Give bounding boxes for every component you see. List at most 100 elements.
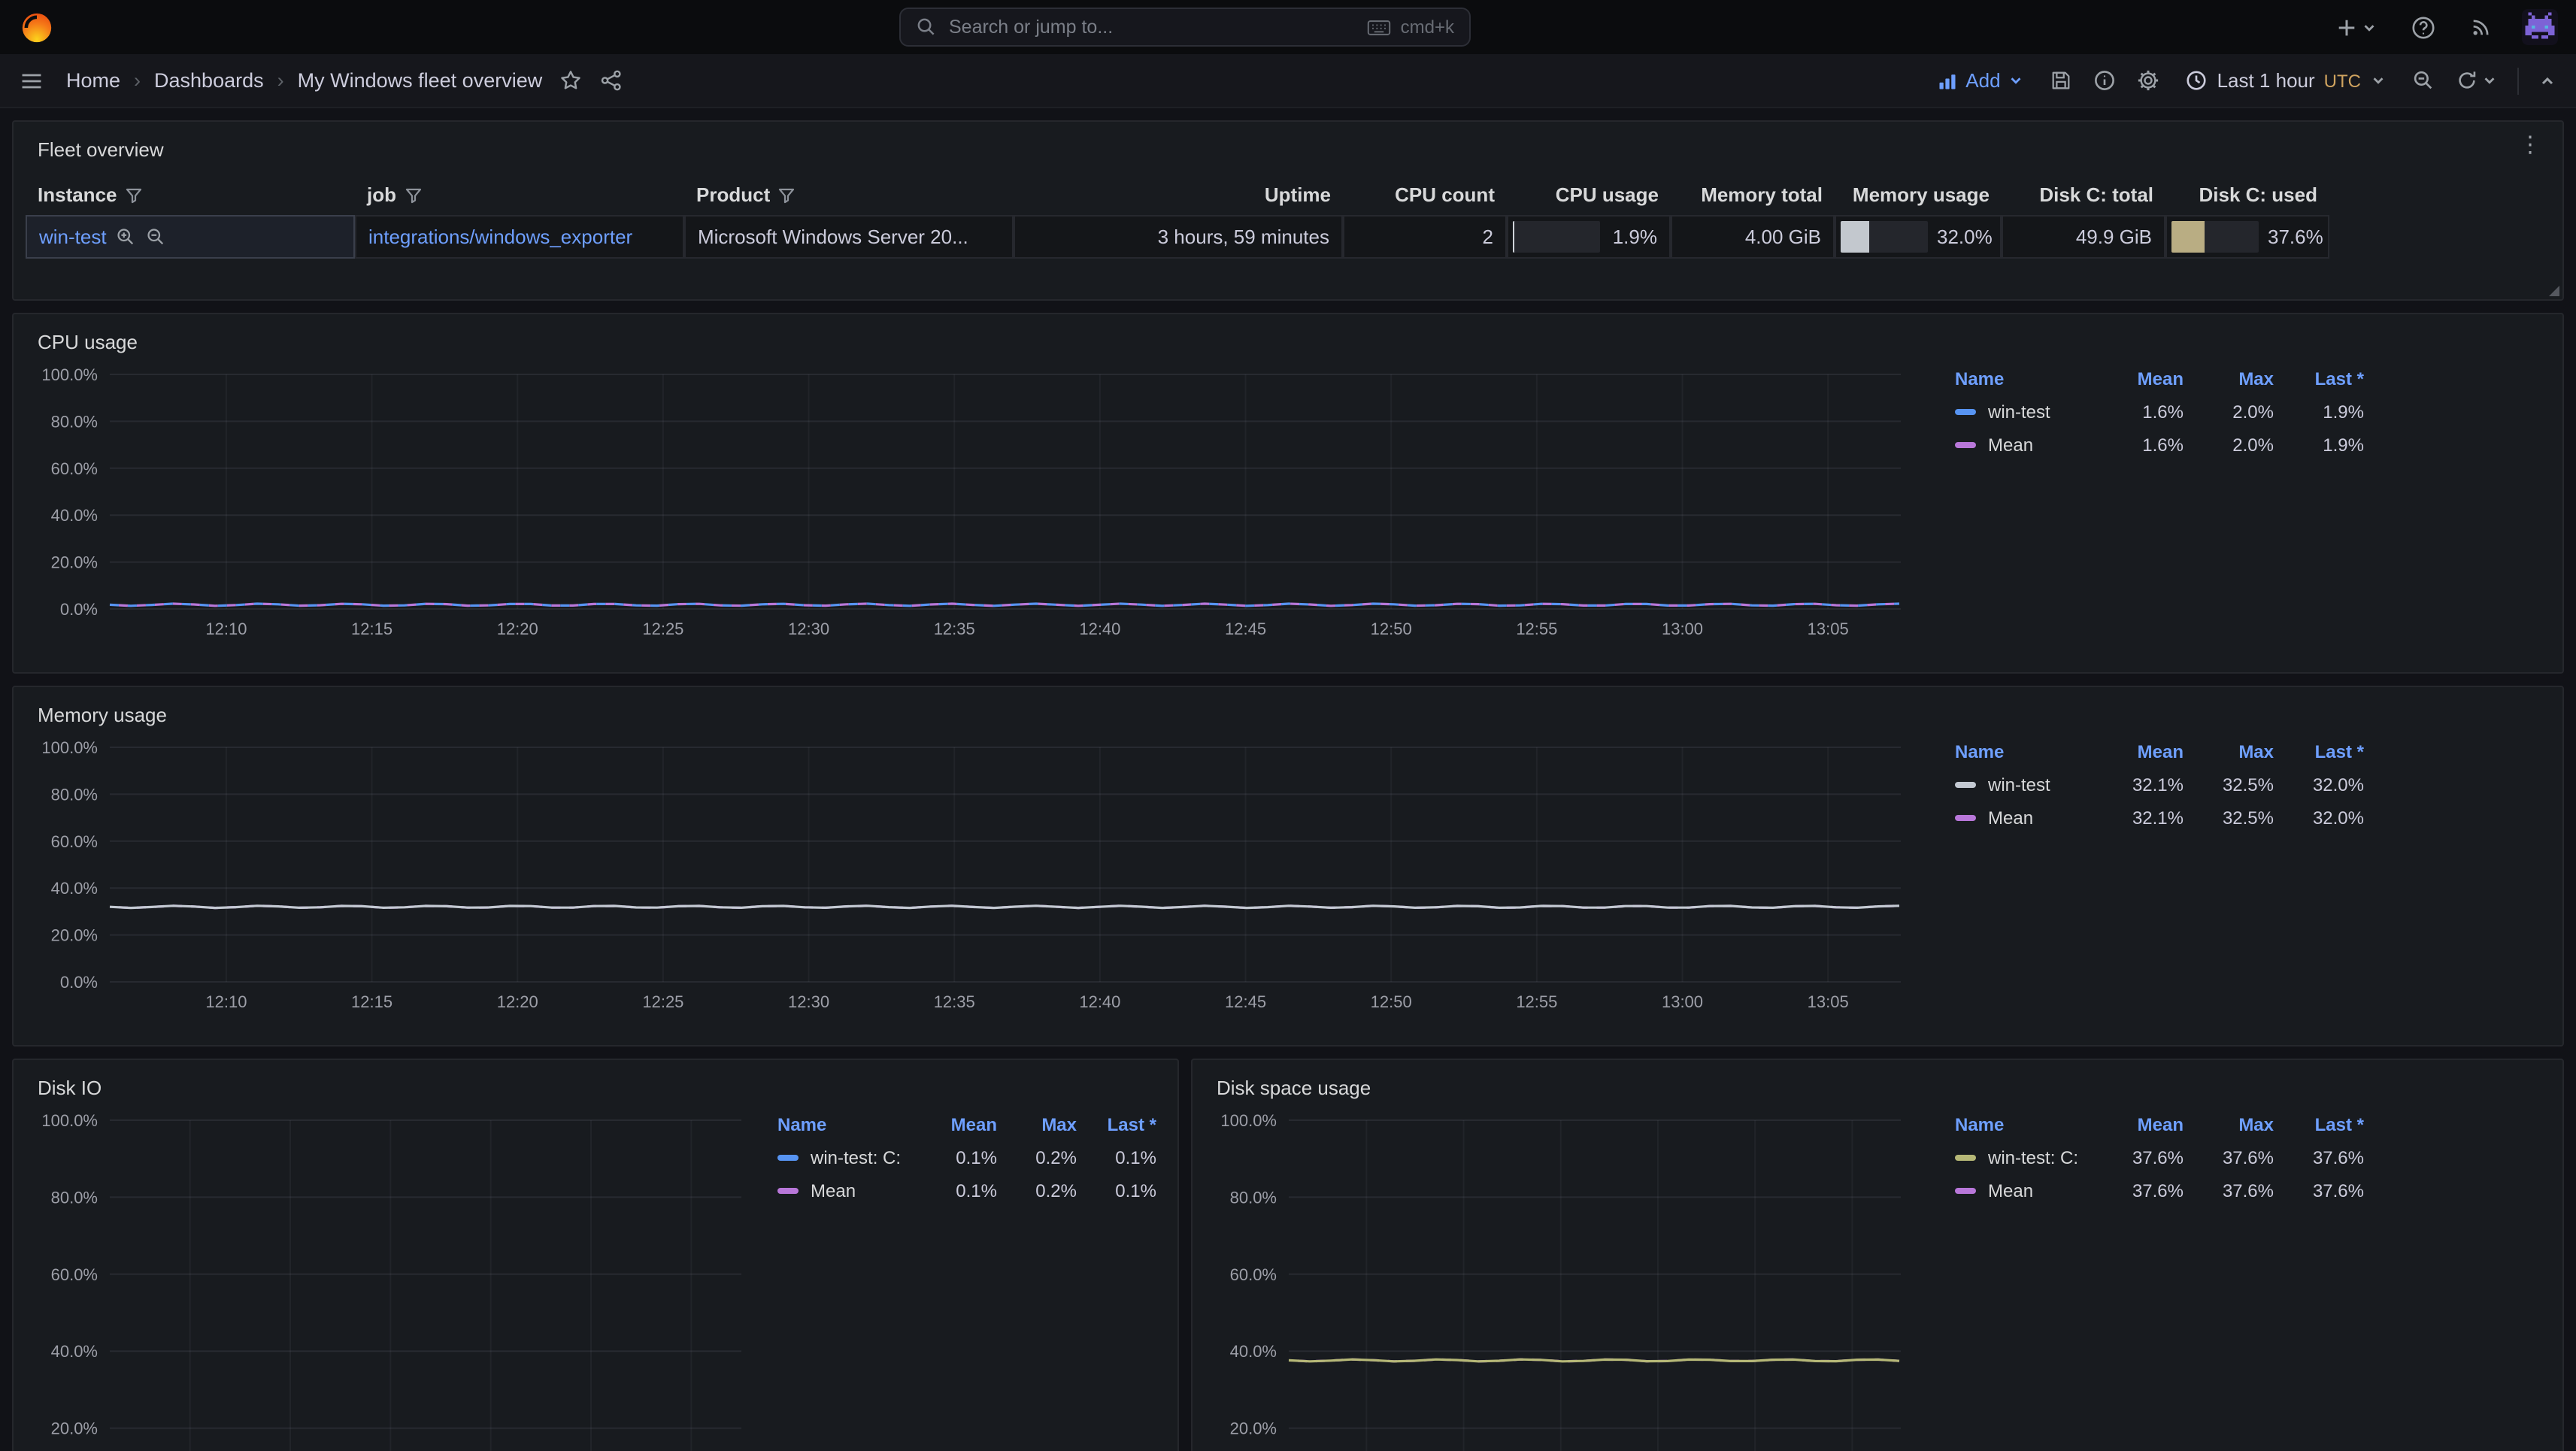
- time-range-picker[interactable]: Last 1 hour UTC: [2177, 63, 2396, 98]
- legend-header[interactable]: Mean: [2093, 741, 2184, 762]
- zoom-out-icon[interactable]: [146, 227, 165, 247]
- series-color-swatch: [777, 1155, 799, 1161]
- legend-series-label[interactable]: win-test: C:: [1955, 1147, 2093, 1168]
- column-header-uptime[interactable]: Uptime: [1014, 174, 1343, 215]
- panel-menu-button[interactable]: ⋮: [2510, 129, 2550, 162]
- search-input[interactable]: Search or jump to... cmd+k: [899, 8, 1471, 47]
- panel-cpu-usage: CPU usage 100.0%80.0%60.0%40.0%20.0%0.0%…: [12, 313, 2564, 674]
- cpu-usage-chart[interactable]: 100.0%80.0%60.0%40.0%20.0%0.0%12:1012:15…: [26, 359, 1919, 648]
- panel-resize-handle[interactable]: [2549, 286, 2559, 296]
- filter-icon[interactable]: [777, 186, 796, 204]
- legend-header[interactable]: Mean: [917, 1114, 997, 1135]
- topnav-actions: [2331, 9, 2558, 45]
- chevron-up-icon: [2538, 71, 2556, 89]
- grafana-logo[interactable]: [18, 9, 54, 45]
- legend-header[interactable]: Max: [2184, 368, 2274, 389]
- breadcrumb-home[interactable]: Home: [66, 69, 120, 92]
- column-header-disk-total[interactable]: Disk C: total: [2002, 174, 2165, 215]
- share-icon: [599, 69, 622, 92]
- add-button[interactable]: Add: [1928, 63, 2033, 98]
- x-axis-label: 12:55: [1516, 992, 1557, 1011]
- disk-space-usage-chart[interactable]: 100.0%80.0%60.0%40.0%20.0%0.0%12:1012:20…: [1205, 1105, 1919, 1451]
- share-dashboard-button[interactable]: [595, 65, 626, 96]
- collapse-toolbar-button[interactable]: [2534, 67, 2561, 94]
- legend-value: 1.6%: [2093, 435, 2184, 456]
- column-header-memory-usage[interactable]: Memory usage: [1835, 174, 2002, 215]
- legend-header[interactable]: Mean: [2093, 1114, 2184, 1135]
- legend-header[interactable]: Name: [1955, 368, 2093, 389]
- new-menu-button[interactable]: [2331, 11, 2382, 43]
- disk-io-chart[interactable]: 100.0%80.0%60.0%40.0%20.0%0.0%12:1012:20…: [26, 1105, 759, 1451]
- column-header-cpu-usage[interactable]: CPU usage: [1507, 174, 1671, 215]
- x-axis-label: 12:30: [788, 992, 829, 1011]
- dashboard-grid: Fleet overview ⋮ Instance job Product Up…: [0, 108, 2576, 1451]
- legend-header[interactable]: Last *: [2274, 1114, 2364, 1135]
- legend-header[interactable]: Name: [777, 1114, 917, 1135]
- legend-series-label[interactable]: win-test: C:: [777, 1147, 917, 1168]
- avatar-image: [2522, 9, 2558, 45]
- legend-series-label[interactable]: Mean: [1955, 435, 2093, 456]
- panel-title: Fleet overview: [26, 134, 2550, 167]
- x-axis-label: 12:25: [642, 619, 683, 638]
- column-header-job[interactable]: job: [355, 174, 684, 215]
- mega-menu-button[interactable]: [15, 64, 48, 97]
- column-header-memory-total[interactable]: Memory total: [1671, 174, 1835, 215]
- zoom-in-icon[interactable]: [116, 227, 135, 247]
- panel-title: Disk IO: [26, 1072, 1165, 1105]
- panel-title: Disk space usage: [1205, 1072, 2550, 1105]
- time-range-label: Last 1 hour: [2217, 69, 2315, 92]
- filter-icon[interactable]: [125, 186, 143, 204]
- legend-header[interactable]: Name: [1955, 741, 2093, 762]
- legend-header[interactable]: Last *: [2274, 741, 2364, 762]
- panel-fleet-overview: Fleet overview ⋮ Instance job Product Up…: [12, 120, 2564, 301]
- column-header-product[interactable]: Product: [684, 174, 1014, 215]
- time-series-plot[interactable]: 100.0%80.0%60.0%40.0%20.0%0.0%12:1012:15…: [26, 732, 1919, 1021]
- save-dashboard-button[interactable]: [2046, 65, 2077, 96]
- x-axis-label: 12:55: [1516, 619, 1557, 638]
- x-axis-label: 12:40: [1079, 992, 1120, 1011]
- column-header-disk-used[interactable]: Disk C: used: [2165, 174, 2329, 215]
- breadcrumb-dashboards[interactable]: Dashboards: [154, 69, 264, 92]
- dashboard-quick-actions: [554, 65, 626, 96]
- disk-used-gauge: [2171, 221, 2259, 253]
- legend-series-label[interactable]: Mean: [777, 1180, 917, 1201]
- legend-value: 0.1%: [1077, 1180, 1156, 1201]
- legend-header[interactable]: Max: [2184, 1114, 2274, 1135]
- legend-header-row: NameMeanMaxLast *: [1955, 362, 2364, 395]
- time-series-plot[interactable]: 100.0%80.0%60.0%40.0%20.0%0.0%12:1012:15…: [26, 359, 1919, 648]
- zoom-out-time-button[interactable]: [2408, 65, 2439, 96]
- user-avatar[interactable]: [2522, 9, 2558, 45]
- save-icon: [2050, 69, 2073, 92]
- legend-series-label[interactable]: win-test: [1955, 401, 2093, 423]
- legend-value: 32.1%: [2093, 807, 2184, 828]
- y-axis-label: 0.0%: [60, 600, 98, 619]
- column-header-instance[interactable]: Instance: [26, 174, 355, 215]
- legend-header[interactable]: Mean: [2093, 368, 2184, 389]
- help-button[interactable]: [2406, 10, 2441, 44]
- legend-header[interactable]: Max: [997, 1114, 1077, 1135]
- legend-header[interactable]: Last *: [2274, 368, 2364, 389]
- dashboard-insights-button[interactable]: [2090, 65, 2121, 96]
- legend-header[interactable]: Last *: [1077, 1114, 1156, 1135]
- legend-series-label[interactable]: win-test: [1955, 774, 2093, 795]
- news-button[interactable]: [2465, 11, 2498, 44]
- time-series-plot[interactable]: 100.0%80.0%60.0%40.0%20.0%0.0%12:1012:20…: [1205, 1105, 1919, 1451]
- y-axis-label: 40.0%: [51, 506, 98, 525]
- instance-link[interactable]: win-test: [39, 226, 107, 248]
- job-link[interactable]: integrations/windows_exporter: [368, 226, 632, 248]
- memory-usage-chart[interactable]: 100.0%80.0%60.0%40.0%20.0%0.0%12:1012:15…: [26, 732, 1919, 1021]
- favorite-dashboard-button[interactable]: [554, 65, 586, 96]
- legend-header[interactable]: Name: [1955, 1114, 2093, 1135]
- dashboard-settings-button[interactable]: [2133, 65, 2165, 96]
- legend-header[interactable]: Max: [2184, 741, 2274, 762]
- legend-series-label[interactable]: Mean: [1955, 807, 2093, 828]
- disk-used-value: 37.6%: [2268, 226, 2323, 248]
- column-header-cpu-count[interactable]: CPU count: [1343, 174, 1507, 215]
- question-circle-icon: [2411, 14, 2436, 40]
- legend-series-label[interactable]: Mean: [1955, 1180, 2093, 1201]
- time-series-plot[interactable]: 100.0%80.0%60.0%40.0%20.0%0.0%12:1012:20…: [26, 1105, 759, 1451]
- refresh-button[interactable]: [2451, 65, 2502, 96]
- filter-icon[interactable]: [404, 186, 422, 204]
- y-axis-label: 100.0%: [41, 738, 98, 757]
- series-line: [110, 906, 1899, 908]
